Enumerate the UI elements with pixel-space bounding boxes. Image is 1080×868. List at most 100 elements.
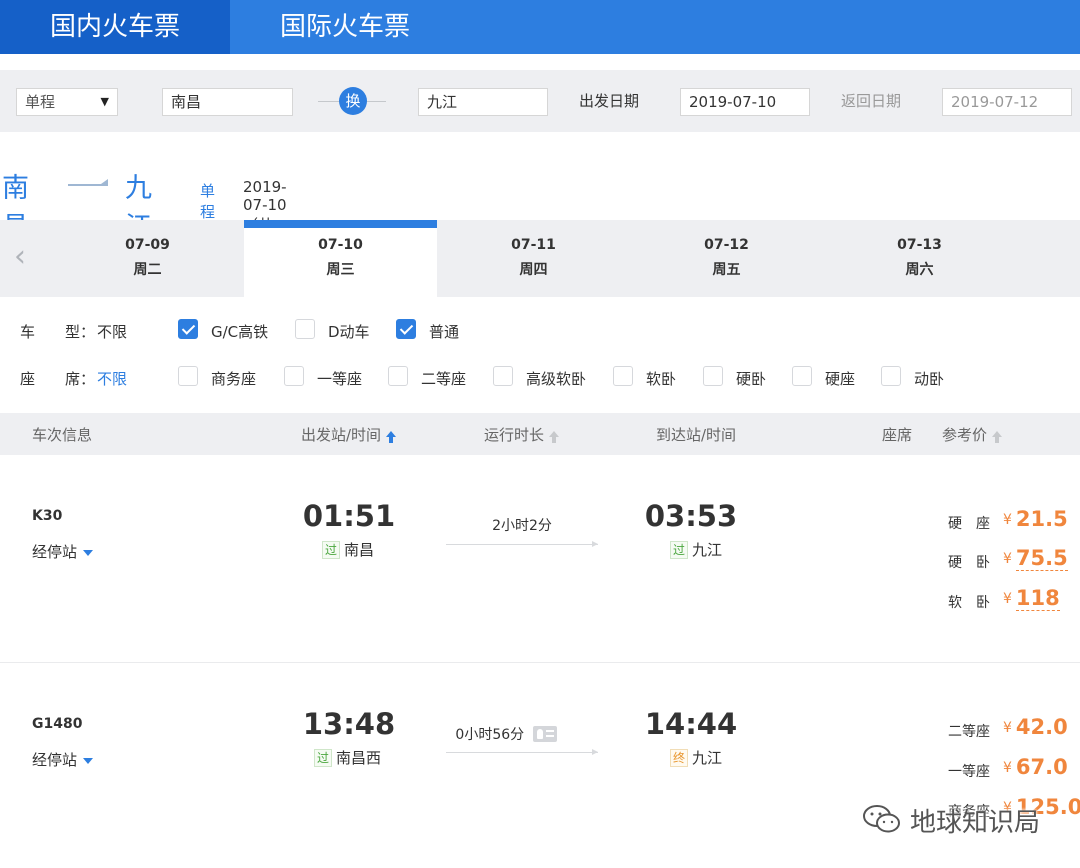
date-tab[interactable]: 07-11 周四 [437,220,630,297]
sort-up-icon[interactable] [386,430,397,443]
checkbox-label: D动车 [328,323,370,341]
return-date-input[interactable]: 2019-07-12 [942,88,1072,116]
tab-international[interactable]: 国际火车票 [230,0,460,54]
date-tab-date: 07-09 [125,237,170,253]
tab-domestic[interactable]: 国内火车票 [0,0,230,54]
arrive-time: 03:53 [644,499,738,533]
date-tab-weekday: 周二 [133,262,162,278]
seat-name: 二等座 [948,724,990,740]
date-tab-weekday: 周三 [326,262,355,278]
train-type-label: 车 型： [20,323,96,341]
arrive-station-name: 九江 [692,749,723,767]
stops-label: 经停站 [32,543,78,561]
date-strip: ‹ 07-09 周二 07-10 周三 07-11 周四 07-12 周五 07… [0,220,1080,297]
checkbox-label: 商务座 [211,370,257,388]
pass-badge: 过 [670,541,688,559]
stops-toggle[interactable]: 经停站 [32,541,94,562]
seat-price: ¥21.5 [1003,507,1068,531]
checkbox-label: 软卧 [646,370,677,388]
chevron-left-icon[interactable]: ‹ [14,242,42,272]
checkbox-label: 硬卧 [736,370,767,388]
depart-date-label: 出发日期 [579,92,640,110]
trip-type-value: 单程 [25,93,56,111]
checkbox-seat[interactable] [881,366,901,386]
wechat-logo-icon [863,805,900,833]
date-tab[interactable]: 07-09 周二 [51,220,244,297]
arrive-station: 终九江 [670,747,722,768]
header-price[interactable]: 参考价 [942,424,1003,445]
checkbox-seat[interactable] [388,366,408,386]
date-tab-weekday: 周六 [905,262,934,278]
checkbox-label: 动卧 [914,370,945,388]
duration: 0小时56分 [426,724,586,744]
checkbox-seat[interactable] [613,366,633,386]
stops-label: 经停站 [32,751,78,769]
to-station-input[interactable]: 九江 [418,88,548,116]
duration: 2小时2分 [492,518,552,534]
depart-station-name: 南昌 [344,541,375,559]
header-duration-label: 运行时长 [484,426,545,444]
price-value: 67.0 [1015,755,1068,779]
date-tab-date: 07-12 [704,237,749,253]
yen-symbol: ¥ [1003,720,1012,736]
chevron-down-icon [83,757,94,764]
date-tab-date: 07-11 [511,237,556,253]
arrive-time: 14:44 [644,707,738,741]
trip-type-select[interactable]: 单程 ▼ [16,88,118,116]
from-station-input[interactable]: 南昌 [162,88,293,116]
duration-text: 0小时56分 [455,727,525,743]
seat-price: ¥42.0 [1003,715,1068,739]
header-duration[interactable]: 运行时长 [484,424,560,445]
arrive-station-name: 九江 [692,541,723,559]
route-type: 单程 [200,182,216,221]
header-arrive: 到达站/时间 [656,426,737,444]
yen-symbol: ¥ [1003,551,1012,567]
price-value: 42.0 [1015,715,1068,739]
train-number[interactable]: K30 [32,508,62,524]
seat-price[interactable]: ¥75.5 [1003,546,1068,571]
checkbox-normal[interactable] [396,319,416,339]
train-type-value: 不限 [97,323,128,341]
stops-toggle[interactable]: 经停站 [32,749,94,770]
price-value: 118 [1015,586,1060,611]
checkbox-seat[interactable] [178,366,198,386]
seat-price[interactable]: ¥118 [1003,586,1060,611]
train-number[interactable]: G1480 [32,716,82,732]
yen-symbol: ¥ [1003,591,1012,607]
id-card-icon [532,726,557,742]
header-price-label: 参考价 [942,426,988,444]
date-tab-active[interactable]: 07-10 周三 [244,220,437,297]
depart-station: 过南昌西 [314,747,381,768]
yen-symbol: ¥ [1003,512,1012,528]
checkbox-gc-highspeed[interactable] [178,319,198,339]
checkbox-seat[interactable] [493,366,513,386]
date-tab[interactable]: 07-13 周六 [823,220,1016,297]
checkbox-seat[interactable] [703,366,723,386]
checkbox-seat[interactable] [792,366,812,386]
seat-price: ¥67.0 [1003,755,1068,779]
checkbox-d-train[interactable] [295,319,315,339]
swap-stations-button[interactable]: 换 [339,87,367,115]
checkbox-label: 高级软卧 [526,370,587,388]
sort-up-icon[interactable] [992,430,1003,443]
date-tab-weekday: 周四 [519,262,548,278]
price-value: 75.5 [1015,546,1068,571]
table-header: 车次信息 出发站/时间 运行时长 到达站/时间 座席 参考价 [0,413,1080,455]
date-tab-weekday: 周五 [712,262,741,278]
sort-up-icon[interactable] [549,430,560,443]
checkbox-seat[interactable] [284,366,304,386]
depart-time: 01:51 [302,499,396,533]
seat-name: 硬 卧 [948,555,990,571]
chevron-down-icon [83,549,94,556]
date-tab[interactable]: 07-12 周五 [630,220,823,297]
checkbox-label: 二等座 [421,370,467,388]
top-tabs: 国内火车票 国际火车票 [0,0,1080,54]
depart-date-input[interactable]: 2019-07-10 [680,88,810,116]
watermark-text: 地球知识局 [910,808,1041,838]
arrive-station: 过九江 [670,539,722,560]
header-depart[interactable]: 出发站/时间 [301,424,397,445]
checkbox-label: G/C高铁 [211,323,269,341]
seat-label: 座 席： [20,370,96,388]
route-arrow-icon [68,179,108,186]
seat-name: 软 卧 [948,595,990,611]
